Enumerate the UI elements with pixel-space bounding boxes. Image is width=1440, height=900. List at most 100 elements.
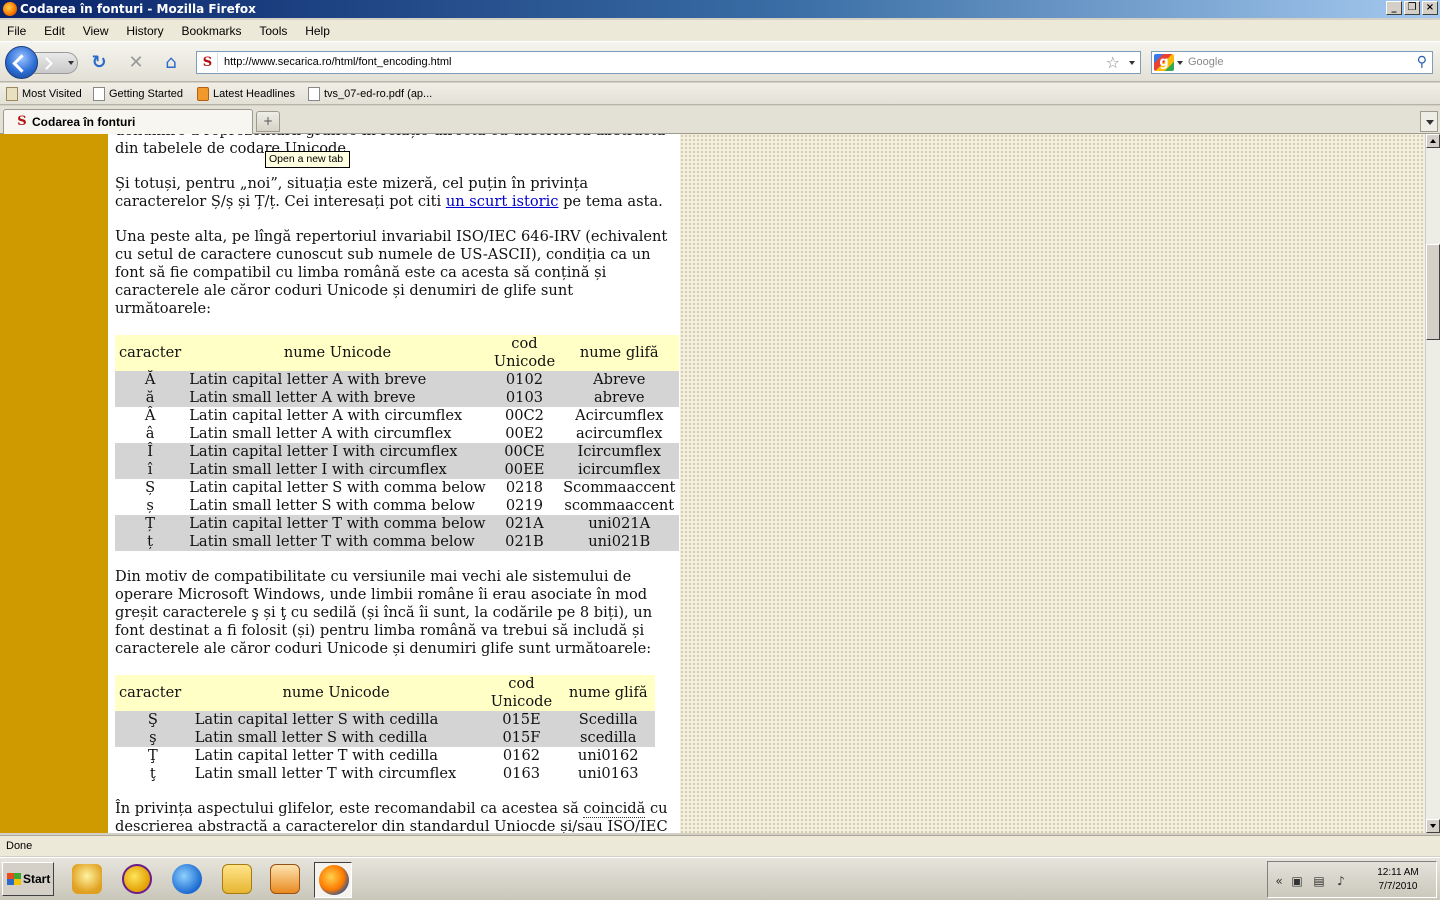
yahoo-messenger-icon[interactable] (118, 862, 156, 898)
page-content: denumire a reprezentării grafice în rela… (0, 134, 1425, 833)
url-text[interactable]: http://www.secarica.ro/html/font_encodin… (224, 52, 451, 73)
outlook-express-icon[interactable] (68, 862, 106, 898)
firefox-taskbar-button[interactable] (314, 862, 352, 898)
glyph-name-cell: Acircumflex (575, 407, 664, 424)
glyph-name-cell: Abreve (559, 371, 680, 389)
glyph-name-cell: uni021A (559, 515, 680, 533)
glyph-name-cell: scedilla (561, 729, 655, 747)
bookmarks-toolbar: Most Visited Getting Started Latest Head… (0, 83, 1440, 105)
url-dropdown-icon[interactable] (1129, 61, 1135, 65)
unicode-name-cell: Latin capital letter A with circumflex (189, 407, 463, 424)
glyph-name-cell: acircumflex (575, 425, 663, 442)
menu-file[interactable]: File (0, 20, 33, 42)
history-dropdown-icon[interactable] (68, 61, 74, 65)
scroll-down-button[interactable] (1426, 819, 1440, 833)
bookmark-getting-started[interactable]: Getting Started (91, 83, 183, 105)
tab-bar: S Codarea în fonturi + (0, 106, 1440, 135)
tab-active[interactable]: S Codarea în fonturi (3, 109, 253, 135)
search-bar[interactable]: g Google ⚲ (1151, 51, 1433, 74)
table-row: Â Latin capital letter A with circumflex 0… (115, 407, 679, 425)
table-row: ş Latin small letter S with cedilla 015F sc… (115, 729, 655, 747)
volume-icon[interactable]: ♪ (1334, 874, 1348, 888)
navigation-toolbar: ↻ ✕ ⌂ S http://www.secarica.ro/html/font… (0, 42, 1440, 82)
minimize-button[interactable]: _ (1386, 1, 1402, 15)
table-header-row: caracter nume Unicode cod Unicode nume g… (115, 675, 655, 711)
bookmark-pdf[interactable]: tvs_07-ed-ro.pdf (ap... (306, 83, 432, 105)
window-title-bar: Codarea în fonturi - Mozilla Firefox _ ❐… (0, 0, 1440, 18)
col-header-glyph: nume glifă (559, 335, 680, 371)
clock[interactable]: 12:11 AM 7/7/2010 (1368, 866, 1428, 894)
table-row: Ş Latin capital letter S with cedilla 015E… (115, 711, 655, 729)
list-all-tabs-button[interactable] (1420, 111, 1438, 132)
table-row: î Latin small letter I with circumflex 00E… (115, 461, 680, 479)
col-header-glyph: nume glifă (561, 675, 655, 711)
glyph-name-cell: icircumflex (559, 461, 680, 479)
paragraph: Din motiv de compatibilitate cu versiuni… (115, 568, 653, 657)
col-header-char: caracter (115, 335, 186, 371)
forward-button[interactable] (34, 52, 78, 74)
scroll-thumb[interactable] (1426, 244, 1440, 340)
bookmark-star-icon[interactable]: ☆ (1106, 53, 1120, 72)
paragraph: Una peste alta, pe lîngă repertoriul inv… (115, 228, 668, 317)
home-icon[interactable]: ⌂ (162, 54, 180, 72)
network-icon[interactable]: ▤ (1312, 874, 1326, 888)
back-button[interactable] (5, 46, 38, 79)
char-cell: Â (144, 407, 156, 424)
menu-help[interactable]: Help (298, 20, 337, 42)
paragraph-text: În privința aspectului glifelor, este re… (115, 800, 584, 817)
unicode-name-cell: Latin capital letter S with cedilla (190, 711, 482, 729)
folder-icon[interactable] (218, 862, 256, 898)
media-player-icon[interactable] (266, 862, 304, 898)
comma-below-table: caracter nume Unicode cod Unicode nume g… (115, 335, 680, 551)
code-cell: 0102 (489, 371, 560, 389)
page-icon (308, 87, 320, 101)
glyph-name-cell: Icircumflex (559, 443, 680, 461)
maximize-button[interactable]: ❐ (1404, 1, 1420, 15)
vertical-scrollbar[interactable] (1425, 134, 1440, 833)
bookmark-latest-headlines[interactable]: Latest Headlines (195, 83, 295, 105)
url-bar[interactable]: S http://www.secarica.ro/html/font_encod… (196, 51, 1141, 74)
char-cell: î (115, 461, 186, 479)
char-cell: Ș (145, 479, 156, 496)
menu-history[interactable]: History (119, 20, 170, 42)
paragraph: Și totuși, pentru „noi”, situația este m… (115, 175, 670, 211)
menu-edit[interactable]: Edit (37, 20, 72, 42)
col-header-char: caracter (115, 675, 191, 711)
menu-tools[interactable]: Tools (252, 20, 294, 42)
engine-dropdown-icon[interactable] (1177, 61, 1183, 65)
code-cell: 015E (481, 711, 562, 729)
search-input[interactable]: Google (1188, 52, 1223, 73)
google-engine-icon[interactable]: g (1154, 54, 1174, 71)
code-cell: 00E2 (505, 425, 544, 442)
internet-explorer-icon[interactable] (168, 862, 206, 898)
col-header-code: cod Unicode (489, 335, 560, 371)
site-identity-icon[interactable]: S (198, 53, 218, 72)
unicode-name-cell: Latin capital letter S with comma below (189, 479, 486, 496)
menu-bookmarks[interactable]: Bookmarks (174, 20, 248, 42)
history-link[interactable]: un scurt istoric (446, 193, 559, 210)
coincide-link[interactable]: coincidă (583, 800, 646, 818)
search-icon[interactable]: ⚲ (1417, 53, 1427, 72)
tray-device-icon[interactable]: ▣ (1290, 874, 1304, 888)
scroll-up-button[interactable] (1426, 134, 1440, 148)
code-cell: 0218 (505, 479, 544, 496)
cedilla-table: caracter nume Unicode cod Unicode nume g… (115, 675, 655, 783)
new-tab-button[interactable]: + (256, 111, 280, 132)
unicode-name-cell: Latin capital letter T with cedilla (194, 747, 439, 764)
glyph-name-cell: Scedilla (561, 711, 655, 729)
code-cell: 00C2 (504, 407, 544, 424)
table-row: Ţ Latin capital letter T with cedilla 0162… (115, 747, 655, 765)
start-button[interactable]: Start (2, 862, 54, 896)
menu-view[interactable]: View (76, 20, 116, 42)
rss-icon (197, 87, 209, 101)
glyph-name-cell: uni0162 (577, 747, 639, 764)
stop-icon[interactable]: ✕ (127, 54, 145, 72)
tray-expand-icon[interactable]: « (1272, 874, 1286, 888)
unicode-name-cell: Latin small letter S with cedilla (190, 729, 482, 747)
char-cell: ş (115, 729, 191, 747)
bookmark-most-visited[interactable]: Most Visited (4, 83, 82, 105)
start-label: Start (23, 872, 51, 886)
char-cell: Ş (115, 711, 191, 729)
close-button[interactable]: × (1422, 1, 1438, 15)
reload-icon[interactable]: ↻ (90, 54, 108, 72)
